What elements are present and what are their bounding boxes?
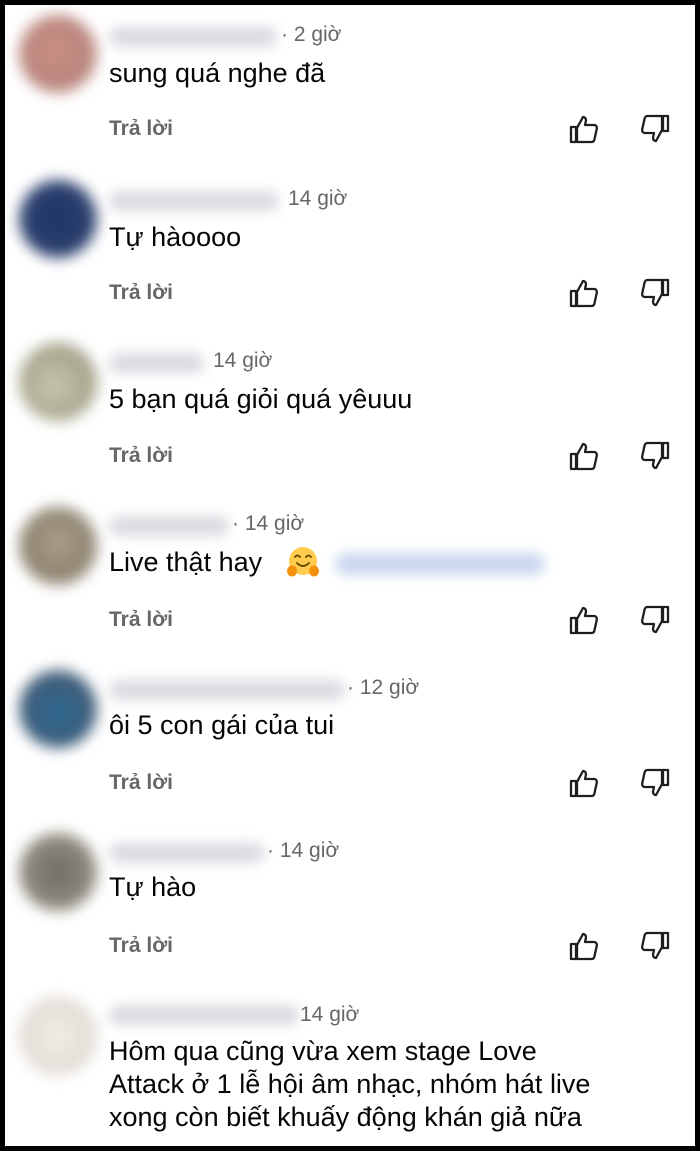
- comment-time: · 14 giờ: [232, 512, 305, 535]
- avatar[interactable]: [19, 507, 97, 585]
- thumbs-down-icon[interactable]: [639, 113, 671, 145]
- comment-text: Hôm qua cũng vừa xem stage Love Attack ở…: [109, 1035, 590, 1134]
- commenter-name[interactable]: [109, 353, 204, 373]
- comment-time: 14 giờ: [300, 1003, 360, 1026]
- avatar[interactable]: [19, 180, 97, 258]
- mentioned-user[interactable]: [335, 553, 545, 575]
- reply-button[interactable]: Trả lời: [109, 771, 173, 795]
- comment-text: 5 bạn quá giỏi quá yêuuu: [109, 384, 413, 414]
- commenter-name[interactable]: [109, 191, 279, 211]
- reply-button[interactable]: Trả lời: [109, 608, 173, 632]
- commenter-name[interactable]: [109, 843, 265, 863]
- comment-text-value: Live thật hay: [109, 547, 263, 577]
- thumbs-up-icon[interactable]: [568, 767, 600, 799]
- thumbs-down-icon[interactable]: [639, 930, 671, 962]
- comment-time: 14 giờ: [213, 349, 273, 372]
- comment-text-line: Hôm qua cũng vừa xem stage Love: [109, 1036, 537, 1066]
- hugging-face-icon: [287, 547, 319, 577]
- comment-text: ôi 5 con gái của tui: [109, 710, 335, 740]
- thumbs-up-icon[interactable]: [568, 440, 600, 472]
- thumbs-up-icon[interactable]: [568, 930, 600, 962]
- thumbs-up-icon[interactable]: [568, 277, 600, 309]
- comment-text-line: xong còn biết khuấy động khán giả nữa: [109, 1102, 582, 1132]
- comment-text: Tự hàoooo: [109, 222, 242, 252]
- reply-button[interactable]: Trả lời: [109, 444, 173, 468]
- avatar[interactable]: [19, 15, 97, 93]
- comment-time: · 2 giờ: [281, 23, 342, 46]
- comments-panel: · 2 giờ sung quá nghe đã Trả lời 14 giờ …: [5, 5, 695, 1146]
- reply-button[interactable]: Trả lời: [109, 934, 173, 958]
- comment-text: Tự hào: [109, 872, 197, 902]
- avatar[interactable]: [19, 343, 97, 421]
- thumbs-down-icon[interactable]: [639, 277, 671, 309]
- thumbs-down-icon[interactable]: [639, 604, 671, 636]
- comment-text: sung quá nghe đã: [109, 58, 326, 88]
- commenter-name[interactable]: [109, 1005, 299, 1025]
- comment-time: · 12 giờ: [347, 676, 420, 699]
- reply-button[interactable]: Trả lời: [109, 281, 173, 305]
- thumbs-up-icon[interactable]: [568, 113, 600, 145]
- comment-text: Live thật hay: [109, 546, 262, 579]
- avatar[interactable]: [19, 670, 97, 748]
- avatar[interactable]: [19, 833, 97, 911]
- commenter-name[interactable]: [109, 680, 345, 700]
- avatar[interactable]: [19, 997, 97, 1075]
- comment-time: · 14 giờ: [267, 839, 340, 862]
- thumbs-up-icon[interactable]: [568, 604, 600, 636]
- commenter-name[interactable]: [109, 27, 277, 47]
- thumbs-down-icon[interactable]: [639, 440, 671, 472]
- commenter-name[interactable]: [109, 516, 229, 536]
- thumbs-down-icon[interactable]: [639, 767, 671, 799]
- comment-text-line: Attack ở 1 lễ hội âm nhạc, nhóm hát live: [109, 1069, 591, 1099]
- reply-button[interactable]: Trả lời: [109, 117, 173, 141]
- comment-time: 14 giờ: [288, 187, 348, 210]
